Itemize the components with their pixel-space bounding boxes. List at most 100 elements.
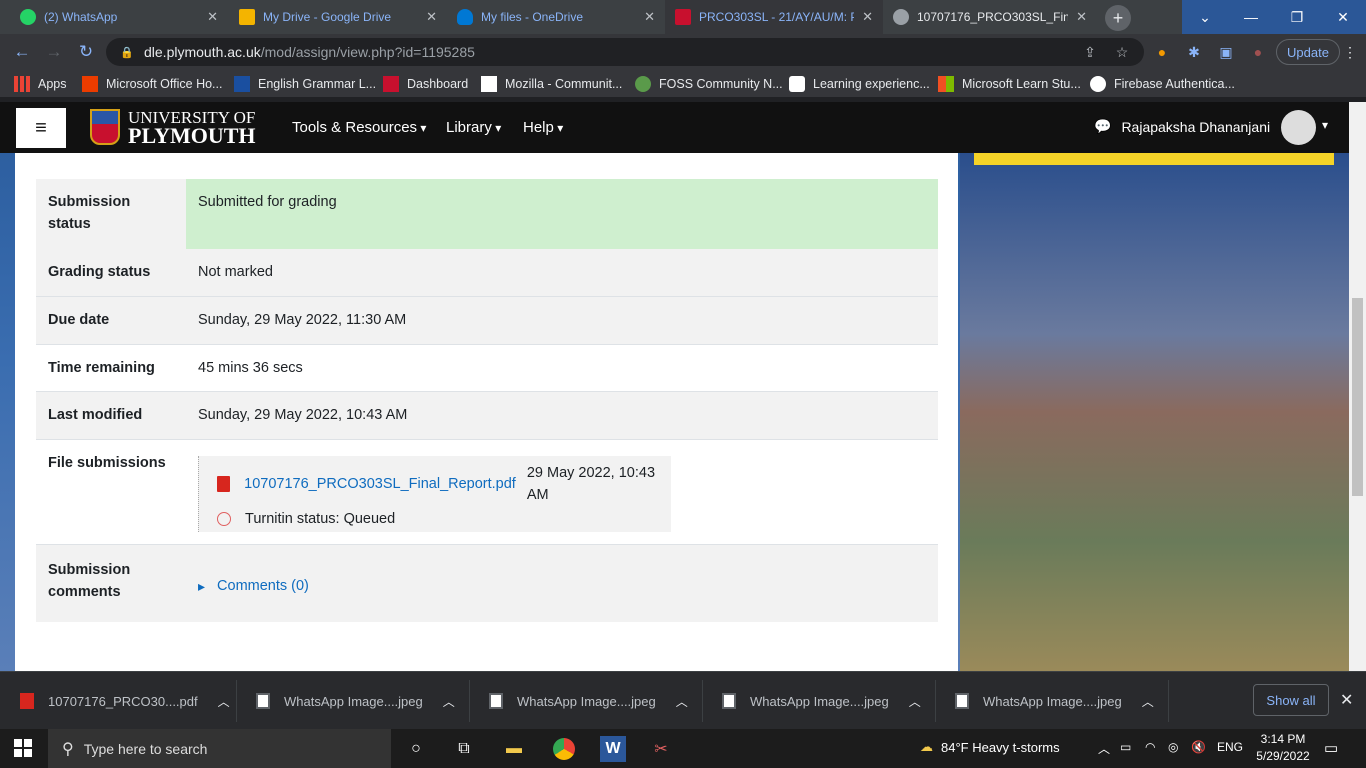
chevron-up-icon[interactable]: ︿	[1098, 740, 1110, 757]
profile-avatar-icon[interactable]: ●	[1248, 42, 1268, 62]
bookmark-foss[interactable]: FOSS Community N...	[635, 75, 783, 93]
weather-widget[interactable]: ☁ 84°F Heavy t-storms	[920, 739, 1060, 755]
close-window-button[interactable]: ✕	[1320, 0, 1366, 34]
new-tab-button[interactable]: +	[1105, 5, 1131, 31]
divider	[469, 680, 470, 722]
tab-google-drive[interactable]: My Drive - Google Drive ✕	[229, 0, 447, 34]
bookmark-english-grammar[interactable]: English Grammar L...	[234, 75, 376, 93]
show-all-button[interactable]: Show all	[1253, 684, 1329, 716]
reload-button[interactable]: ↻	[74, 40, 98, 64]
close-icon[interactable]: ✕	[862, 9, 873, 25]
bookmark-star-icon[interactable]: ☆	[1112, 42, 1132, 62]
file-explorer-icon[interactable]: ▬	[501, 736, 527, 762]
share-icon[interactable]: ⇪	[1080, 42, 1100, 62]
tab-onedrive[interactable]: My files - OneDrive ✕	[447, 0, 665, 34]
menu-help[interactable]: Help	[523, 119, 563, 136]
kebab-menu-icon[interactable]: ⋮	[1340, 42, 1360, 62]
divider	[935, 680, 936, 722]
word-icon[interactable]: W	[600, 736, 626, 762]
download-item[interactable]: WhatsApp Image....jpeg ︿	[256, 689, 455, 713]
bookmark-firebase[interactable]: Firebase Authentica...	[1090, 75, 1235, 93]
bookmark-mozilla[interactable]: Mozilla - Communit...	[481, 75, 622, 93]
file-submissions-cell: 10707176_PRCO303SL_Final_Report.pdf 29 M…	[186, 439, 938, 544]
download-item[interactable]: WhatsApp Image....jpeg ︿	[722, 689, 921, 713]
close-icon[interactable]: ✕	[1076, 9, 1087, 25]
taskbar-search-input[interactable]: ⚲ Type here to search	[48, 729, 391, 768]
extensions-puzzle-icon[interactable]: ✱	[1184, 42, 1204, 62]
lock-icon: 🔒	[120, 47, 134, 59]
bookmark-office[interactable]: Microsoft Office Ho...	[82, 75, 222, 93]
submission-status-table: Submission status Submitted for grading …	[36, 179, 938, 622]
extension-badge-icon[interactable]: ●	[1152, 42, 1172, 62]
search-icon: ⚲	[62, 740, 74, 758]
download-filename: WhatsApp Image....jpeg	[983, 693, 1122, 709]
download-item[interactable]: 10707176_PRCO30....pdf ︿	[20, 689, 230, 713]
due-date-value: Sunday, 29 May 2022, 11:30 AM	[198, 311, 407, 328]
chevron-down-icon[interactable]: ▾	[1322, 118, 1328, 132]
side-blurred-image	[960, 153, 1349, 671]
avatar[interactable]	[1281, 110, 1316, 145]
snipping-tool-icon[interactable]: ✂	[648, 736, 674, 762]
download-item[interactable]: WhatsApp Image....jpeg ︿	[489, 689, 688, 713]
close-icon[interactable]: ✕	[207, 9, 218, 25]
address-bar[interactable]: 🔒 dle.plymouth.ac.uk/mod/assign/view.php…	[106, 38, 1144, 66]
chevron-up-icon[interactable]: ︿	[909, 693, 921, 710]
battery-icon[interactable]: ▭	[1120, 740, 1131, 754]
image-file-icon	[955, 693, 969, 709]
language-indicator[interactable]: ENG	[1217, 740, 1243, 754]
bookmark-label: English Grammar L...	[258, 77, 377, 91]
chevron-up-icon[interactable]: ︿	[676, 693, 688, 710]
bookmark-learning[interactable]: Learning experienc...	[789, 75, 930, 93]
bookmark-dashboard[interactable]: Dashboard	[383, 75, 468, 93]
bookmark-label: Apps	[38, 77, 67, 91]
chevron-up-icon[interactable]: ︿	[1142, 693, 1154, 710]
taskbar-clock[interactable]: 3:14 PM 5/29/2022	[1252, 731, 1314, 765]
task-view-icon[interactable]: ⧉	[451, 736, 477, 762]
download-item[interactable]: WhatsApp Image....jpeg ︿	[955, 689, 1154, 713]
hamburger-menu-button[interactable]: ≡	[16, 108, 66, 148]
chrome-icon[interactable]	[551, 736, 577, 762]
tab-whatsapp[interactable]: (2) WhatsApp ✕	[10, 0, 228, 34]
close-icon[interactable]: ✕	[426, 9, 437, 25]
bookmark-apps[interactable]: Apps	[14, 75, 67, 93]
image-file-icon	[722, 693, 736, 709]
meet-now-icon[interactable]: ◎	[1168, 740, 1178, 754]
wifi-icon[interactable]: ◠	[1145, 740, 1155, 754]
divider	[236, 680, 237, 722]
menu-tools-resources[interactable]: Tools & Resources	[292, 119, 426, 136]
bookmark-label: Mozilla - Communit...	[505, 77, 623, 91]
bookmark-label: Dashboard	[407, 77, 469, 91]
comments-toggle-link[interactable]: Comments (0)	[198, 575, 926, 597]
volume-muted-icon[interactable]: 🔇	[1191, 740, 1206, 754]
menu-library[interactable]: Library	[446, 119, 501, 136]
cortana-icon[interactable]: ○	[403, 736, 429, 762]
chevron-up-icon[interactable]: ︿	[443, 693, 455, 710]
chevron-up-icon[interactable]: ︿	[218, 693, 230, 710]
tab-prco303sl[interactable]: PRCO303SL - 21/AY/AU/M: P ✕	[665, 0, 883, 34]
chat-bubble-icon[interactable]: 💬	[1094, 118, 1111, 135]
side-panel-icon[interactable]: ▣	[1216, 42, 1236, 62]
notification-icon[interactable]: ▭	[1324, 739, 1338, 757]
plymouth-crest-icon	[675, 9, 691, 25]
back-button[interactable]: ←	[10, 40, 34, 64]
user-name: Rajapaksha Dhananjani	[1121, 118, 1271, 135]
university-logo[interactable]: UNIVERSITY OF PLYMOUTH	[90, 109, 256, 147]
moodle-navbar: ≡ UNIVERSITY OF PLYMOUTH Tools & Resourc…	[0, 102, 1349, 153]
minimize-button[interactable]: —	[1228, 0, 1274, 34]
scrollbar-thumb[interactable]	[1352, 298, 1363, 496]
restore-button[interactable]: ❐	[1274, 0, 1320, 34]
table-row: Grading status Not marked	[36, 249, 938, 296]
close-icon[interactable]: ✕	[644, 9, 655, 25]
user-menu[interactable]: 💬 Rajapaksha Dhananjani	[1094, 118, 1270, 135]
tab-search-button[interactable]: ⌄	[1182, 0, 1228, 34]
foss-icon	[635, 76, 651, 92]
close-icon[interactable]: ✕	[1340, 690, 1353, 710]
submitted-file-link[interactable]: 10707176_PRCO303SL_Final_Report.pdf	[244, 473, 516, 495]
bookmark-microsoft-learn[interactable]: Microsoft Learn Stu...	[938, 75, 1081, 93]
turnitin-icon	[217, 511, 231, 526]
update-button[interactable]: Update	[1276, 39, 1340, 65]
windows-start-icon[interactable]	[14, 739, 32, 757]
forward-button[interactable]: →	[42, 40, 66, 64]
download-filename: WhatsApp Image....jpeg	[517, 693, 656, 709]
tab-final-report[interactable]: 10707176_PRCO303SL_Final_ ✕	[883, 0, 1097, 34]
